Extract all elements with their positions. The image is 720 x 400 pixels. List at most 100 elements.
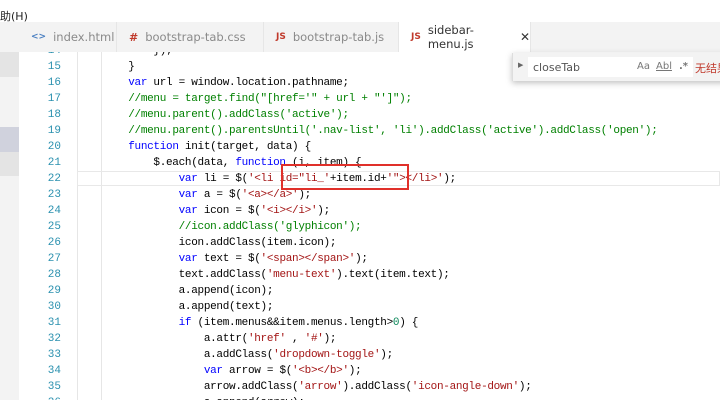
line-number: 24 xyxy=(47,205,61,217)
code-line[interactable]: a.append(text); xyxy=(103,299,274,315)
code-token: 'icon-angle-down' xyxy=(411,381,519,393)
code-token: 'dropdown-toggle' xyxy=(273,349,381,361)
line-number: 34 xyxy=(47,365,61,377)
sidebar-item-selected[interactable] xyxy=(0,127,19,152)
code-token: icon.addClass(item.icon); xyxy=(103,237,337,249)
code-token: function xyxy=(128,141,179,153)
code-line[interactable]: }); xyxy=(103,52,172,59)
line-number: 26 xyxy=(47,237,61,249)
code-token: ); xyxy=(323,333,337,345)
line-number: 27 xyxy=(47,253,61,265)
code-token: }); xyxy=(103,52,172,57)
code-token: text.addClass( xyxy=(103,269,268,281)
line-number: 15 xyxy=(47,61,61,73)
tab-label: sidebar-menu.js xyxy=(427,23,474,51)
line-number: 32 xyxy=(47,333,61,345)
code-line[interactable]: //menu = target.find("[href='" + url + "… xyxy=(103,91,412,107)
css-file-icon: # xyxy=(129,30,139,44)
html-file-icon: <> xyxy=(31,32,47,42)
code-token: if xyxy=(178,317,192,329)
code-token: (item.menus&&item.menus.length> xyxy=(191,317,394,329)
code-line[interactable]: if (item.menus&&item.menus.length>0) { xyxy=(103,315,419,331)
indent-guide xyxy=(101,52,102,400)
line-number: 31 xyxy=(47,317,61,329)
code-token: arrow = $( xyxy=(222,365,293,377)
tab-bootstrap-tab-js[interactable]: JS bootstrap-tab.js xyxy=(264,22,399,52)
code-line[interactable]: var icon = $('<i></i>'); xyxy=(103,203,331,219)
code-token: var xyxy=(203,365,223,377)
tab-label: index.html xyxy=(53,30,115,44)
code-token: var xyxy=(128,77,148,89)
code-token: li = $( xyxy=(197,173,248,185)
find-widget: ▶ Aa Abl .* 无结果 xyxy=(512,53,720,81)
code-line[interactable]: a.attr('href' , '#'); xyxy=(103,331,337,347)
code-token: ); xyxy=(317,205,330,217)
code-editor[interactable]: 14 15 16 17 18 19 20 21 22 23 24 25 26 27 28 29 30 31 32 33… xyxy=(19,52,720,400)
line-number: 14 xyxy=(19,52,61,59)
sidebar-item[interactable] xyxy=(0,152,19,176)
code-line[interactable]: } xyxy=(103,59,135,75)
code-line[interactable]: text.addClass('menu-text').text(item.tex… xyxy=(103,267,450,283)
code-line[interactable]: var arrow = $('<b></b>'); xyxy=(103,363,362,379)
tab-bootstrap-tab-css[interactable]: # bootstrap-tab.css xyxy=(117,22,264,52)
code-token: 'href' xyxy=(247,333,286,345)
line-number: 25 xyxy=(47,221,61,233)
code-token: //menu.parent().parentsUntil('.nav-list'… xyxy=(128,125,658,137)
line-number: 19 xyxy=(47,125,61,137)
code-line[interactable]: icon.addClass(item.icon); xyxy=(103,235,337,251)
regex-button[interactable]: .* xyxy=(679,61,688,72)
tab-index-html[interactable]: <> index.html xyxy=(19,22,117,52)
code-token: ); xyxy=(518,381,532,393)
code-token: a.append(text); xyxy=(103,301,274,313)
code-token: ).text(item.text); xyxy=(336,269,450,281)
code-token: '<b></b>' xyxy=(292,365,349,377)
code-line[interactable]: var url = window.location.pathname; xyxy=(103,75,349,91)
code-line[interactable]: arrow.addClass('arrow').addClass('icon-a… xyxy=(103,379,532,395)
code-line[interactable]: a.addClass('dropdown-toggle'); xyxy=(103,347,393,363)
code-line[interactable]: //icon.addClass('glyphicon'); xyxy=(103,219,362,235)
code-line[interactable]: a.append(icon); xyxy=(103,283,274,299)
code-token: '<span></span>' xyxy=(260,253,356,265)
code-token: arrow.addClass( xyxy=(103,381,299,393)
toggle-replace-icon[interactable]: ▶ xyxy=(518,61,523,69)
whole-word-button[interactable]: Abl xyxy=(656,61,672,72)
gutter-divider xyxy=(77,52,78,400)
code-line[interactable]: var a = $('<a></a>'); xyxy=(103,187,312,203)
line-number: 16 xyxy=(47,77,61,89)
line-number: 33 xyxy=(47,349,61,361)
line-number: 36 xyxy=(19,395,61,400)
code-token: } xyxy=(103,61,135,73)
code-token: text = $( xyxy=(197,253,261,265)
code-token: //menu = target.find("[href='" + url + "… xyxy=(128,93,412,105)
code-line[interactable]: var text = $('<span></span>'); xyxy=(103,251,368,267)
code-token: init(target, data) { xyxy=(178,141,311,153)
line-number: 18 xyxy=(47,109,61,121)
line-number: 22 xyxy=(47,173,61,185)
code-token: ); xyxy=(380,349,393,361)
line-number: 30 xyxy=(47,301,61,313)
match-case-button[interactable]: Aa xyxy=(637,61,650,72)
annotation-highlight-box xyxy=(281,164,409,190)
code-line[interactable]: //menu.parent().addClass('active'); xyxy=(103,107,349,123)
code-line[interactable]: a.append(arrow); xyxy=(103,395,305,400)
code-token: ); xyxy=(298,189,311,201)
code-token: a.append(icon); xyxy=(103,285,274,297)
tab-sidebar-menu-js[interactable]: JS sidebar-menu.js ✕ xyxy=(399,22,531,52)
code-token: , xyxy=(285,333,305,345)
sidebar-item[interactable] xyxy=(0,52,19,77)
line-number: 29 xyxy=(47,285,61,297)
code-line[interactable]: function init(target, data) { xyxy=(103,139,311,155)
line-number-gutter: 14 15 16 17 18 19 20 21 22 23 24 25 26 27 28 29 30 31 32 33… xyxy=(19,52,77,400)
code-token: '<a></a>' xyxy=(241,189,299,201)
code-line[interactable]: //menu.parent().parentsUntil('.nav-list'… xyxy=(103,123,658,139)
code-token: a.attr( xyxy=(103,333,248,345)
code-token: var xyxy=(178,189,198,201)
close-tab-icon[interactable]: ✕ xyxy=(520,30,530,44)
